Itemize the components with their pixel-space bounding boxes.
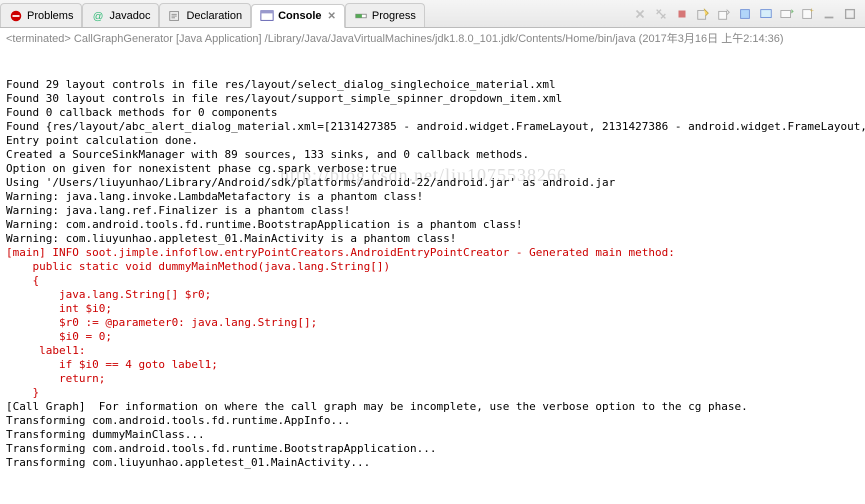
console-line: [main] INFO soot.jimple.infoflow.entryPo…: [6, 246, 859, 260]
console-line: $i0 = 0;: [6, 330, 859, 344]
tab-label: Progress: [372, 10, 416, 22]
console-line: int $i0;: [6, 302, 859, 316]
console-line: $r0 := @parameter0: java.lang.String[];: [6, 316, 859, 330]
scroll-lock-button[interactable]: [715, 5, 733, 23]
console-line: {: [6, 274, 859, 288]
console-line: label1:: [6, 344, 859, 358]
tab-label: Javadoc: [109, 10, 150, 22]
console-line: Option on given for nonexistent phase cg…: [6, 162, 859, 176]
run-info-bar: <terminated> CallGraphGenerator [Java Ap…: [0, 28, 865, 48]
console-toolbar: +: [631, 5, 865, 23]
display-console-button[interactable]: [757, 5, 775, 23]
tab-problems[interactable]: Problems: [0, 3, 82, 27]
console-line: Warning: java.lang.invoke.LambdaMetafact…: [6, 190, 859, 204]
svg-text:@: @: [93, 10, 104, 22]
console-line: Transforming com.android.tools.fd.runtim…: [6, 442, 859, 456]
console-line: public static void dummyMainMethod(java.…: [6, 260, 859, 274]
console-line: Entry point calculation done.: [6, 134, 859, 148]
pin-console-button[interactable]: [736, 5, 754, 23]
tabs-container: Problems @ Javadoc Declaration Console ✕…: [0, 0, 425, 27]
tab-label: Problems: [27, 10, 73, 22]
new-console-button[interactable]: +: [799, 5, 817, 23]
console-icon: [260, 9, 274, 23]
progress-icon: [354, 9, 368, 23]
console-output[interactable]: http://blog.csdn.net/liu1075538266 Found…: [0, 48, 865, 472]
console-line: Transforming com.android.tools.fd.runtim…: [6, 414, 859, 428]
minimize-icon[interactable]: [820, 5, 838, 23]
console-line: if $i0 == 4 goto label1;: [6, 358, 859, 372]
remove-all-button[interactable]: [652, 5, 670, 23]
console-line: Warning: com.liuyunhao.appletest_01.Main…: [6, 232, 859, 246]
tab-progress[interactable]: Progress: [345, 3, 425, 27]
console-line: }: [6, 386, 859, 400]
console-line: Found 30 layout controls in file res/lay…: [6, 92, 859, 106]
clear-console-button[interactable]: [694, 5, 712, 23]
tab-label: Declaration: [186, 10, 242, 22]
console-line: return;: [6, 372, 859, 386]
error-icon: [9, 9, 23, 23]
maximize-icon[interactable]: [841, 5, 859, 23]
console-line: Using '/Users/liuyunhao/Library/Android/…: [6, 176, 859, 190]
tab-javadoc[interactable]: @ Javadoc: [82, 3, 159, 27]
run-info-text: CallGraphGenerator [Java Application] /L…: [74, 33, 784, 45]
terminate-button[interactable]: [673, 5, 691, 23]
tab-label: Console: [278, 10, 321, 22]
console-line: Transforming dummyMainClass...: [6, 428, 859, 442]
terminated-status: <terminated>: [6, 33, 71, 45]
tab-declaration[interactable]: Declaration: [159, 3, 251, 27]
console-line: Warning: com.android.tools.fd.runtime.Bo…: [6, 218, 859, 232]
svg-text:+: +: [810, 7, 814, 14]
console-line: java.lang.String[] $r0;: [6, 288, 859, 302]
console-line: Found 0 callback methods for 0 component…: [6, 106, 859, 120]
at-icon: @: [91, 9, 105, 23]
console-line: Transforming com.liuyunhao.appletest_01.…: [6, 456, 859, 470]
console-line: [Call Graph] For information on where th…: [6, 400, 859, 414]
open-console-button[interactable]: [778, 5, 796, 23]
remove-launch-button[interactable]: [631, 5, 649, 23]
console-line: Created a SourceSinkManager with 89 sour…: [6, 148, 859, 162]
console-line: Found {res/layout/abc_alert_dialog_mater…: [6, 120, 859, 134]
tab-console[interactable]: Console ✕: [251, 4, 345, 28]
close-icon[interactable]: ✕: [328, 11, 336, 22]
tab-bar: Problems @ Javadoc Declaration Console ✕…: [0, 0, 865, 28]
console-line: Found 29 layout controls in file res/lay…: [6, 78, 859, 92]
decl-icon: [168, 9, 182, 23]
console-line: Warning: java.lang.ref.Finalizer is a ph…: [6, 204, 859, 218]
